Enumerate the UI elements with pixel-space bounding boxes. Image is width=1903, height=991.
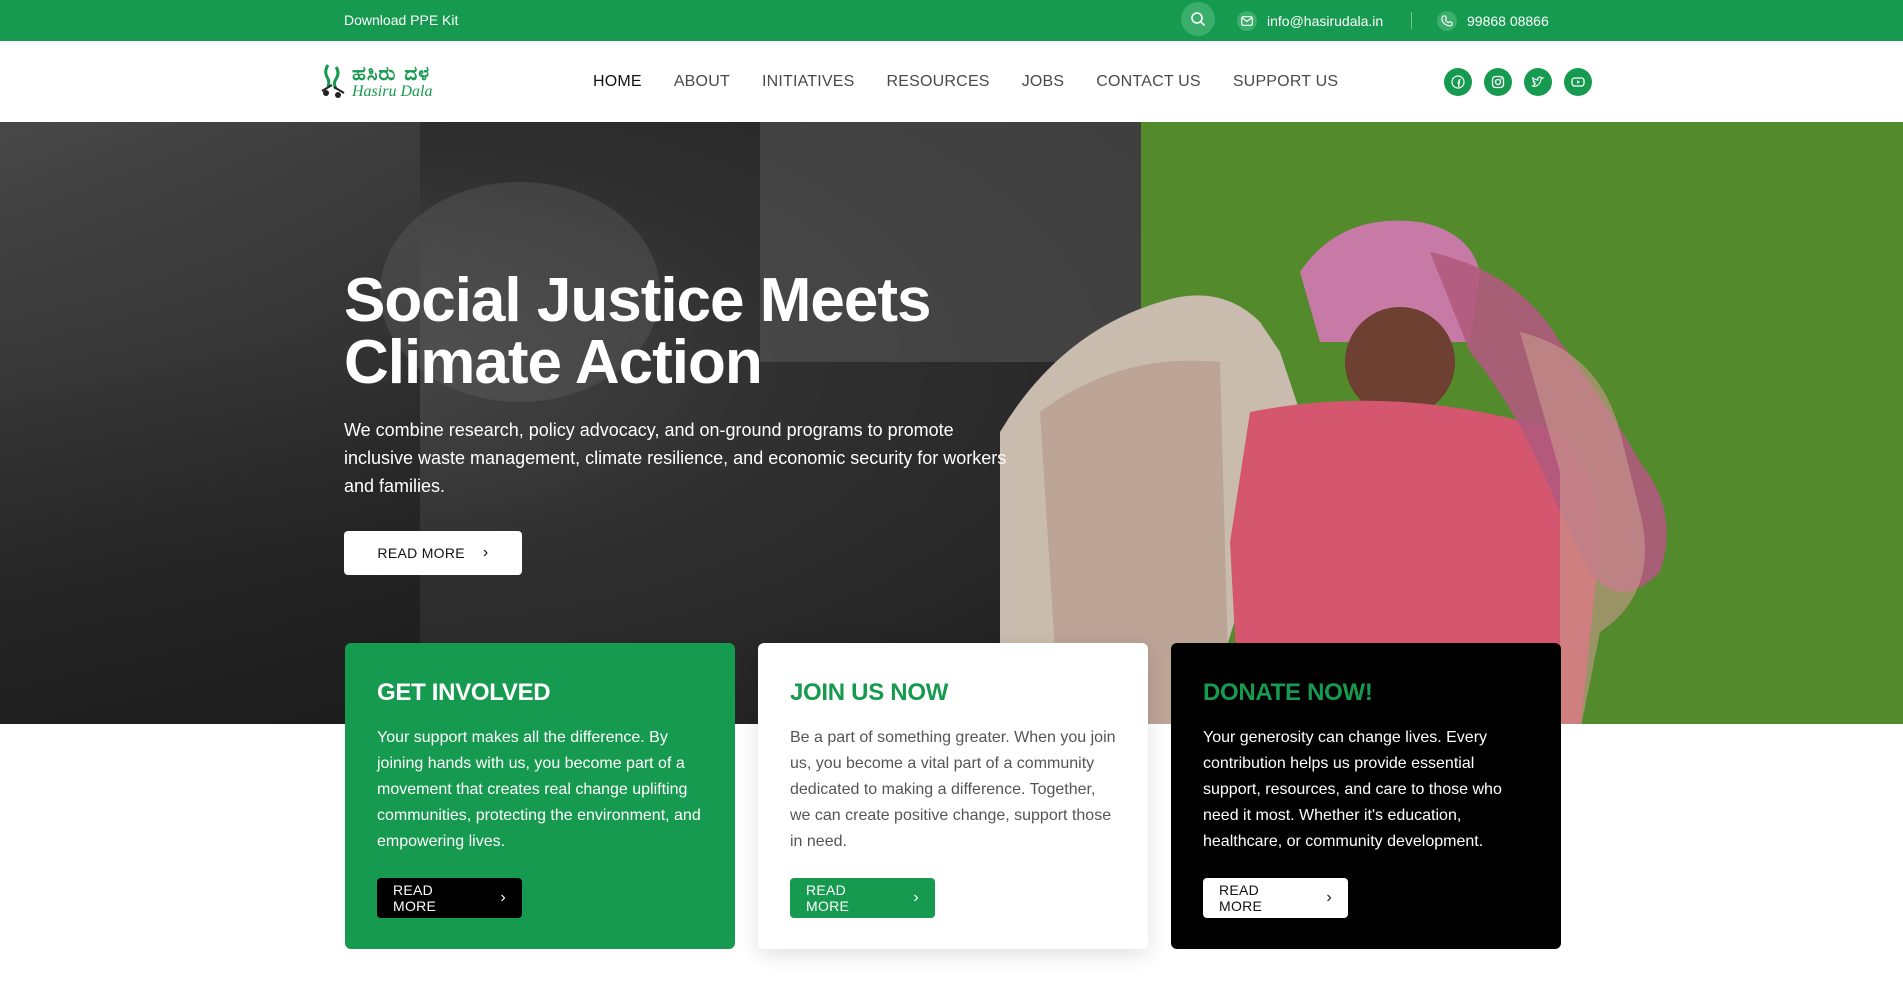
hasiru-dala-logo[interactable]: ಹಸಿರು ದಳ Hasiru Dala bbox=[318, 61, 448, 103]
donate-read-more-button[interactable]: READ MORE › bbox=[1203, 878, 1348, 918]
get-involved-card: GET INVOLVED Your support makes all the … bbox=[345, 643, 735, 949]
hero-section: Social Justice Meets Climate Action We c… bbox=[0, 122, 1903, 724]
email-text: info@hasirudala.in bbox=[1267, 12, 1384, 29]
card-title: JOIN US NOW bbox=[790, 679, 949, 706]
instagram-icon bbox=[1491, 75, 1505, 89]
facebook-icon bbox=[1451, 75, 1465, 89]
logo-kannada-text: ಹಸಿರು ದಳ bbox=[352, 61, 431, 85]
hero-title-line-2: Climate Action bbox=[344, 328, 763, 397]
nav-initiatives[interactable]: INITIATIVES bbox=[762, 73, 855, 91]
hero-read-more-label: READ MORE bbox=[377, 545, 465, 561]
search-icon bbox=[1191, 12, 1205, 26]
youtube-icon bbox=[1571, 77, 1585, 87]
donate-card: DONATE NOW! Your generosity can change l… bbox=[1171, 643, 1561, 949]
phone-icon bbox=[1437, 10, 1457, 31]
phone-text: 99868 08866 bbox=[1467, 12, 1549, 29]
card-title: DONATE NOW! bbox=[1203, 679, 1373, 706]
main-header: ಹಸಿರು ದಳ Hasiru Dala HOME ABOUT INITIATI… bbox=[0, 41, 1903, 122]
chevron-right-icon: › bbox=[913, 889, 919, 906]
email-contact[interactable]: info@hasirudala.in bbox=[1237, 0, 1383, 41]
card-text: Your support makes all the difference. B… bbox=[377, 729, 701, 850]
download-ppe-kit-link[interactable]: Download PPE Kit bbox=[344, 0, 458, 41]
chevron-right-icon: › bbox=[482, 544, 489, 561]
chevron-right-icon: › bbox=[1326, 889, 1332, 906]
top-bar: Download PPE Kit info@hasirudala.in 9986… bbox=[0, 0, 1903, 41]
divider bbox=[1411, 12, 1412, 29]
social-links bbox=[1444, 68, 1604, 96]
nav-support-us[interactable]: SUPPORT US bbox=[1233, 73, 1338, 91]
youtube-link[interactable] bbox=[1564, 68, 1592, 96]
hero-title-line-1: Social Justice Meets bbox=[344, 266, 931, 335]
card-title: GET INVOLVED bbox=[377, 679, 551, 706]
join-us-read-more-button[interactable]: READ MORE › bbox=[790, 878, 935, 918]
card-text: Be a part of something greater. When you… bbox=[790, 729, 1116, 850]
phone-contact[interactable]: 99868 08866 bbox=[1437, 0, 1549, 41]
card-button-label: READ MORE bbox=[393, 882, 437, 914]
join-us-card: JOIN US NOW Be a part of something great… bbox=[758, 643, 1148, 949]
main-nav: HOME ABOUT INITIATIVES RESOURCES JOBS CO… bbox=[593, 41, 1370, 122]
nav-home[interactable]: HOME bbox=[593, 73, 642, 91]
card-button-label: READ MORE bbox=[1219, 882, 1263, 914]
nav-jobs[interactable]: JOBS bbox=[1022, 73, 1065, 91]
hero-title: Social Justice Meets Climate Action bbox=[344, 270, 1044, 394]
card-text: Your generosity can change lives. Every … bbox=[1203, 729, 1502, 850]
search-button[interactable] bbox=[1181, 2, 1215, 36]
nav-resources[interactable]: RESOURCES bbox=[887, 73, 990, 91]
instagram-link[interactable] bbox=[1484, 68, 1512, 96]
card-button-label: READ MORE bbox=[806, 882, 850, 914]
hero-read-more-button[interactable]: READ MORE › bbox=[344, 531, 522, 575]
hero-description: We combine research, policy advocacy, an… bbox=[344, 420, 1007, 496]
nav-about[interactable]: ABOUT bbox=[674, 73, 730, 91]
facebook-link[interactable] bbox=[1444, 68, 1472, 96]
mail-icon bbox=[1237, 10, 1257, 31]
nav-contact-us[interactable]: CONTACT US bbox=[1096, 73, 1201, 91]
chevron-right-icon: › bbox=[500, 889, 506, 906]
logo-mark-icon bbox=[321, 64, 345, 98]
twitter-icon bbox=[1531, 76, 1545, 87]
logo-english-text: Hasiru Dala bbox=[352, 83, 433, 100]
twitter-link[interactable] bbox=[1524, 68, 1552, 96]
get-involved-read-more-button[interactable]: READ MORE › bbox=[377, 878, 522, 918]
